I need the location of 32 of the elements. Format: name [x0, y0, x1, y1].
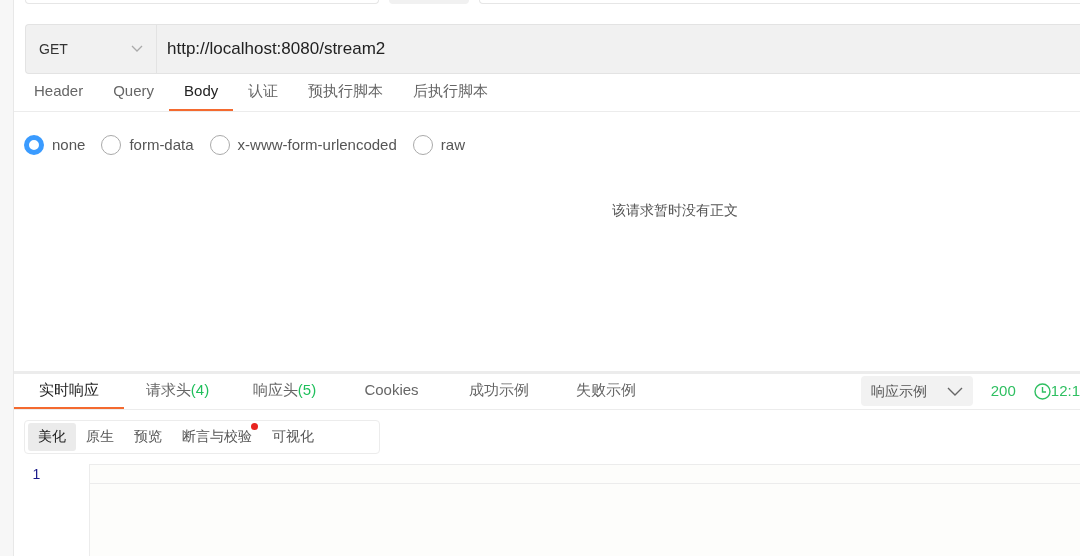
response-tab[interactable]: 成功示例 [445, 373, 552, 409]
radio-button[interactable] [209, 135, 230, 156]
view-tab[interactable]: 原生 [76, 422, 124, 451]
request-tab[interactable]: 后执行脚本 [398, 74, 504, 111]
radio-button[interactable] [101, 135, 122, 156]
radio-option[interactable]: raw [412, 134, 465, 157]
response-tab[interactable]: Cookies [338, 373, 445, 409]
view-tab[interactable]: 预览 [124, 422, 172, 451]
view-tab[interactable]: 可视化 [262, 422, 324, 451]
request-tab[interactable]: 预执行脚本 [293, 74, 399, 111]
request-tab[interactable]: Body [169, 74, 234, 111]
radio-option[interactable]: form-data [101, 134, 194, 157]
chevron-down-icon [946, 386, 963, 396]
view-tab[interactable]: 断言与校验 [172, 422, 262, 451]
request-tab[interactable]: Query [98, 74, 170, 111]
response-tab[interactable]: 实时响应 [14, 373, 124, 409]
status-code: 200 [990, 380, 1016, 401]
radio-button[interactable] [24, 135, 44, 156]
request-tab[interactable]: Header [19, 74, 99, 111]
response-time: 12:1 [1050, 380, 1080, 401]
response-tab[interactable]: 请求头(4) [124, 373, 231, 409]
radio-option[interactable]: none [24, 134, 86, 157]
view-tab[interactable]: 美化 [28, 422, 76, 451]
radio-option[interactable]: x-www-form-urlencoded [209, 134, 397, 157]
line-number: 1 [32, 464, 41, 484]
response-tab[interactable]: 失败示例 [552, 373, 659, 409]
clock-icon [1033, 382, 1051, 400]
response-tab[interactable]: 响应头(5) [231, 373, 338, 409]
empty-message: 该请求暂时没有正文 [612, 200, 738, 220]
radio-button[interactable] [412, 135, 433, 156]
example-select[interactable]: 响应示例 [860, 376, 973, 406]
request-tab[interactable]: 认证 [233, 74, 294, 111]
